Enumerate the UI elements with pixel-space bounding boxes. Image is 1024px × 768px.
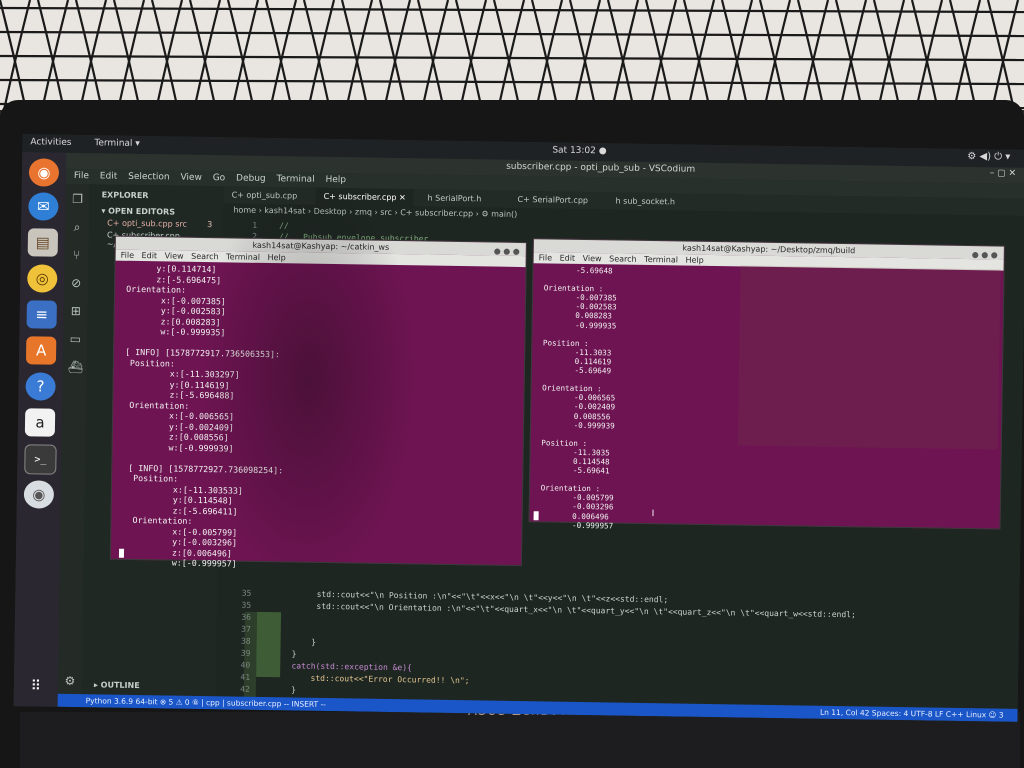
firefox-icon[interactable]: ◉ — [28, 158, 60, 187]
tab-serialport-h[interactable]: h SerialPort.h — [419, 189, 489, 207]
source-control-icon[interactable]: ⑂ — [70, 248, 84, 262]
remote-icon[interactable]: ▭ — [68, 332, 82, 346]
software-center-icon[interactable]: A — [25, 336, 57, 365]
menu-terminal[interactable]: Terminal — [276, 174, 314, 185]
text-cursor-icon: I — [651, 509, 655, 520]
terminal-window-catkin: kash14sat@Kashyap: ~/catkin_ws ● ● ● Fil… — [109, 235, 527, 569]
terminal-window-zmq-build: kash14sat@Kashyap: ~/Desktop/zmq/build ●… — [528, 238, 1005, 530]
tab-serialport-cpp[interactable]: C+ SerialPort.cpp — [509, 191, 596, 209]
menu-selection[interactable]: Selection — [128, 172, 170, 183]
status-right[interactable]: Ln 11, Col 42 Spaces: 4 UTF-8 LF C++ Lin… — [820, 708, 1004, 720]
app-menu-terminal[interactable]: Terminal ▾ — [94, 138, 140, 149]
settings-gear-icon[interactable]: ⚙ — [63, 674, 77, 688]
system-tray[interactable]: ⚙ ◀) ⏻ ▾ — [967, 151, 1010, 163]
terminal-title: kash14sat@Kashyap: ~/catkin_ws — [252, 240, 390, 252]
problem-count-badge: 3 — [207, 220, 213, 230]
explorer-icon[interactable]: ❐ — [70, 192, 84, 206]
open-editors-section[interactable]: ▾ OPEN EDITORS — [101, 206, 175, 216]
outline-section[interactable]: ▸ OUTLINE — [94, 680, 140, 690]
laptop-screen: Activities Terminal ▾ Sat 13:02 ● ⚙ ◀) ⏻… — [13, 134, 1024, 722]
menu-view[interactable]: View — [180, 173, 202, 183]
terminal-cursor — [118, 548, 125, 558]
show-apps-icon[interactable]: ⠿ — [21, 672, 51, 700]
menu-go[interactable]: Go — [213, 173, 226, 183]
menu-edit[interactable]: Edit — [560, 254, 576, 263]
terminal-output[interactable]: -5.69648 Orientation : -0.007385 -0.0025… — [535, 265, 617, 530]
menu-file[interactable]: File — [74, 171, 89, 181]
menu-terminal[interactable]: Terminal — [226, 252, 260, 262]
menu-view[interactable]: View — [165, 251, 184, 260]
laptop-chin — [20, 712, 1020, 768]
rhythmbox-icon[interactable]: ◎ — [27, 264, 58, 293]
terminal-cursor — [533, 511, 539, 521]
menu-edit[interactable]: Edit — [142, 251, 158, 260]
menu-debug[interactable]: Debug — [236, 174, 266, 184]
open-file-opti-sub[interactable]: C+ opti_sub.cpp src — [107, 218, 187, 228]
menu-help[interactable]: Help — [685, 256, 703, 265]
menu-terminal[interactable]: Terminal — [644, 255, 678, 265]
status-left[interactable]: Python 3.6.9 64-bit ⊗ 5 ⚠ 0 ⑧ | cpp | su… — [86, 696, 326, 709]
search-icon[interactable]: ⌕ — [70, 220, 84, 234]
docker-icon[interactable]: ⛴ — [68, 360, 83, 374]
libreoffice-writer-icon[interactable]: ≡ — [26, 300, 57, 329]
activities-button[interactable]: Activities — [30, 137, 71, 148]
debug-icon[interactable]: ⊘ — [69, 276, 83, 290]
menu-file[interactable]: File — [539, 253, 553, 262]
menu-edit[interactable]: Edit — [100, 171, 118, 181]
menu-search[interactable]: Search — [609, 254, 637, 263]
files-icon[interactable]: ▤ — [27, 228, 59, 257]
extensions-icon[interactable]: ⊞ — [69, 304, 83, 318]
menu-help[interactable]: Help — [267, 253, 285, 262]
window-controls[interactable]: – ▢ ✕ — [990, 168, 1016, 178]
menu-file[interactable]: File — [121, 251, 135, 260]
thunderbird-icon[interactable]: ✉ — [28, 192, 59, 221]
tab-subscriber[interactable]: C+ subscriber.cpp ✕ — [315, 187, 414, 207]
terminal-output[interactable]: y:[0.114714] z:[-5.696475] Orientation: … — [117, 263, 287, 570]
terminal-title: kash14sat@Kashyap: ~/Desktop/zmq/build — [682, 243, 856, 256]
tab-sub-socket[interactable]: h sub_socket.h — [607, 192, 683, 210]
amazon-icon[interactable]: a — [24, 408, 56, 437]
menu-view[interactable]: View — [583, 254, 602, 263]
tab-opti-sub[interactable]: C+ opti_sub.cpp — [223, 186, 305, 204]
help-icon[interactable]: ? — [25, 372, 56, 401]
terminal-icon[interactable]: >_ — [24, 444, 57, 475]
clock[interactable]: Sat 13:02 ● — [552, 145, 606, 156]
menu-search[interactable]: Search — [191, 252, 219, 261]
disc-icon[interactable]: ◉ — [23, 480, 55, 509]
explorer-header: EXPLORER — [101, 190, 149, 201]
window-title: subscriber.cpp - opti_pub_sub - VSCodium — [506, 161, 696, 175]
menu-help[interactable]: Help — [325, 175, 346, 185]
